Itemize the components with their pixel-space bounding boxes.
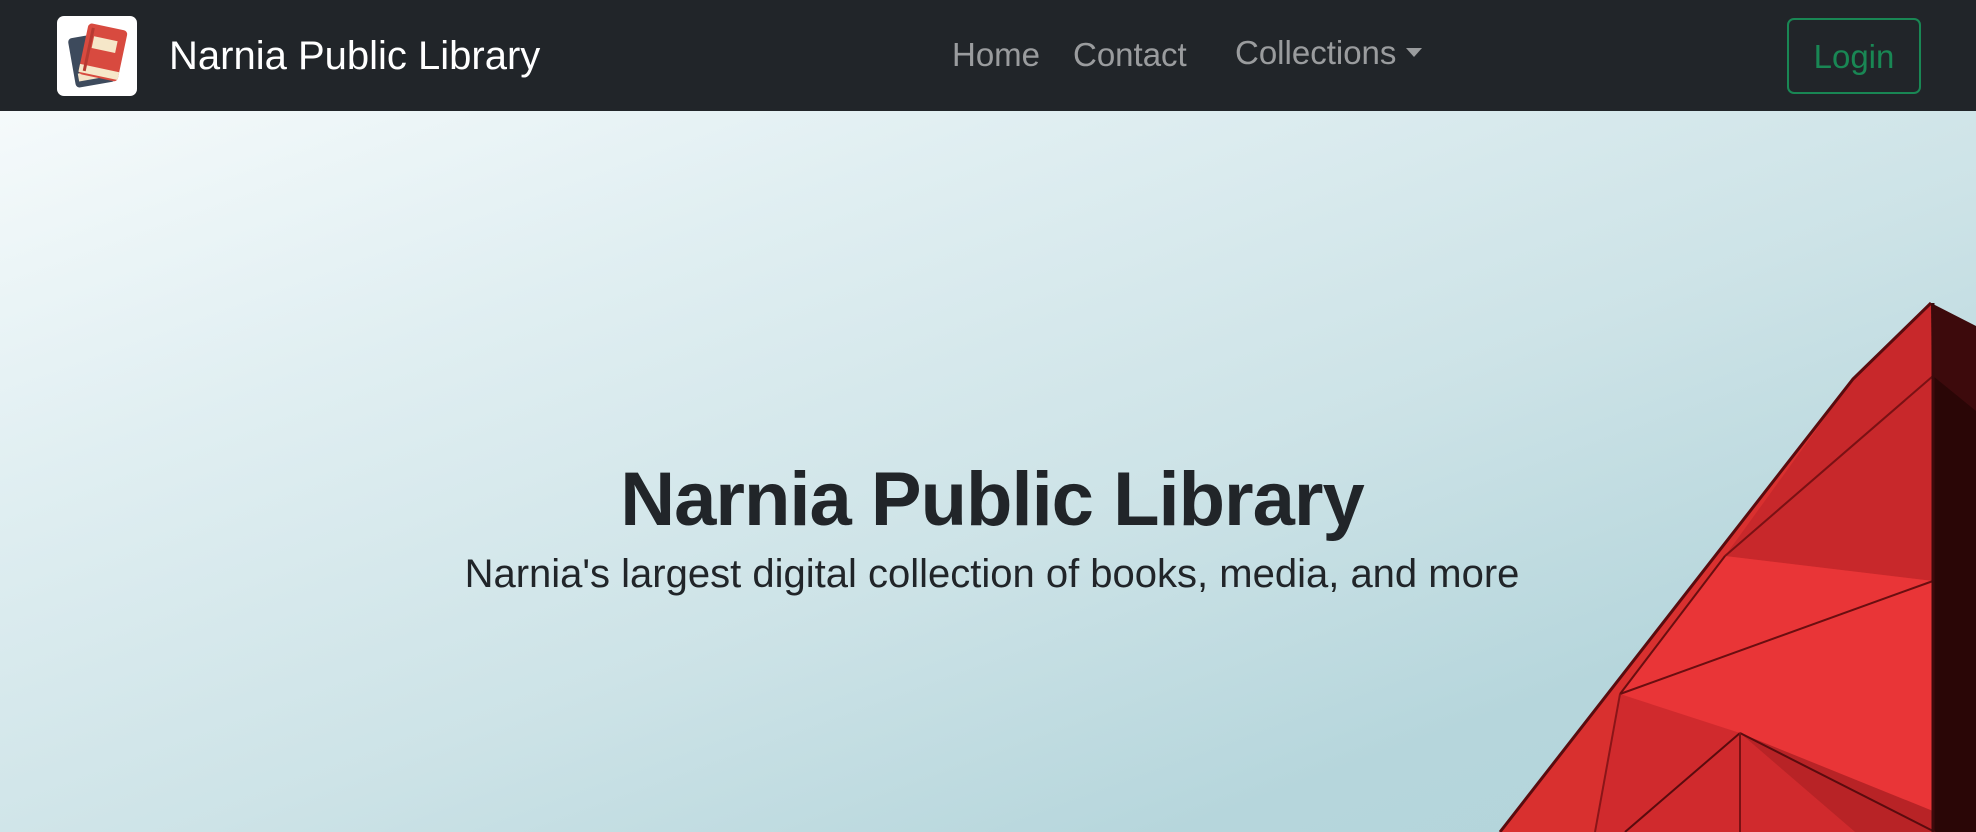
nav-dropdown-collections-label: Collections bbox=[1235, 34, 1397, 71]
hero-section: Narnia Public Library Narnia's largest d… bbox=[0, 111, 1976, 832]
nav-link-home[interactable]: Home bbox=[952, 35, 1040, 75]
hero-subtitle: Narnia's largest digital collection of b… bbox=[464, 552, 1520, 596]
books-logo-icon[interactable] bbox=[57, 16, 137, 96]
login-button[interactable]: Login bbox=[1787, 18, 1921, 94]
navbar: Narnia Public Library Home Contact Colle… bbox=[0, 0, 1976, 111]
nav-dropdown-collections[interactable]: Collections bbox=[1235, 33, 1423, 73]
hero-title: Narnia Public Library bbox=[620, 456, 1364, 542]
brand-title[interactable]: Narnia Public Library bbox=[169, 33, 540, 79]
nav-link-contact[interactable]: Contact bbox=[1073, 35, 1187, 75]
chevron-down-icon bbox=[1406, 47, 1423, 57]
